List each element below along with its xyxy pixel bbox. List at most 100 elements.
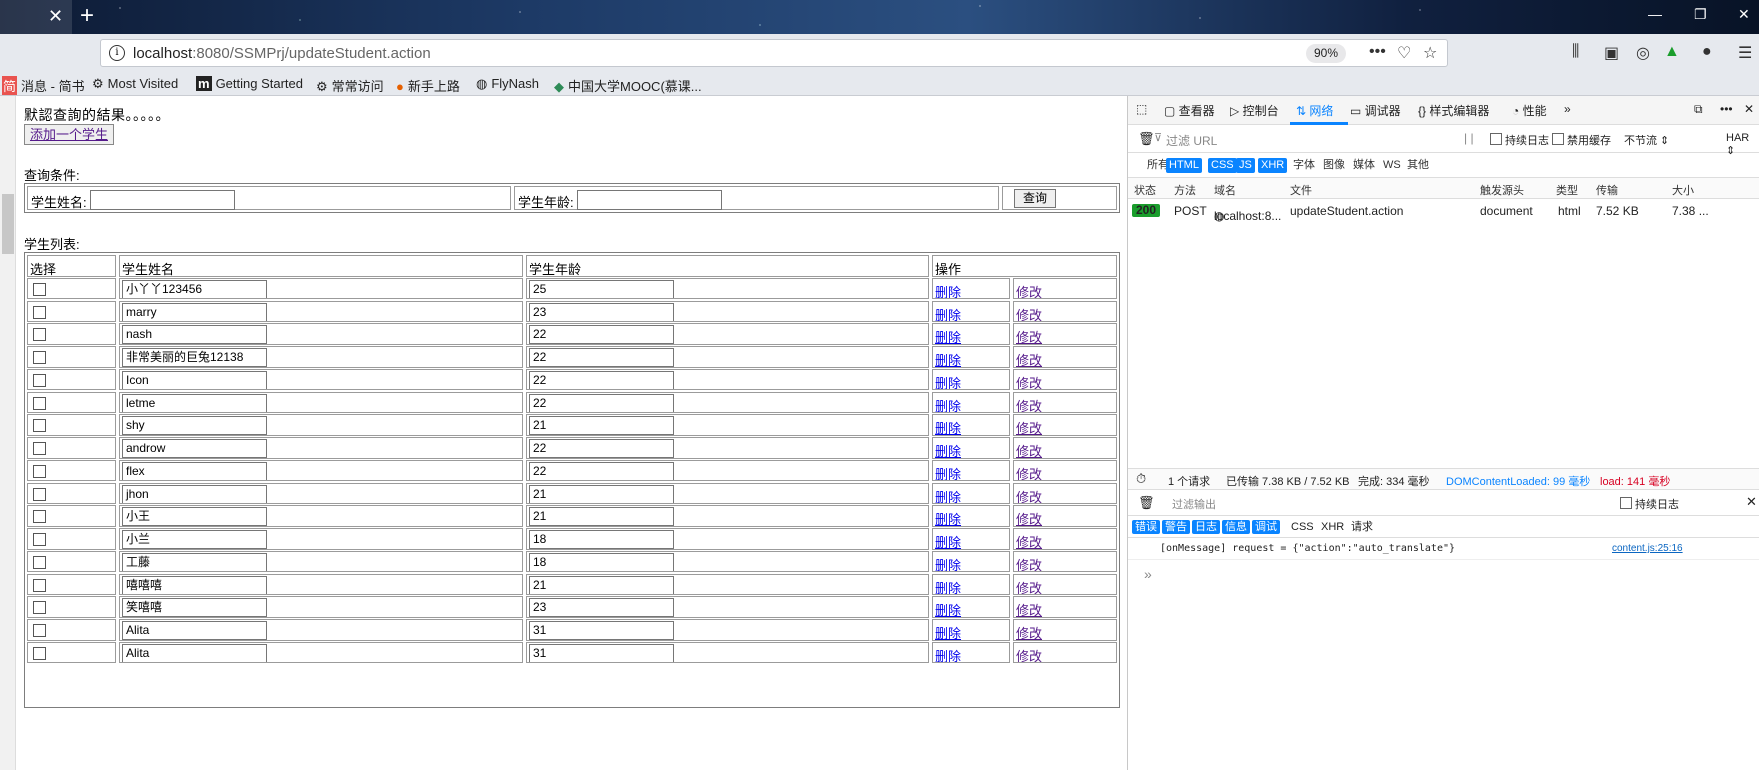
bookmark-flynash[interactable]: ◍ FlyNash	[476, 76, 539, 92]
edit-link[interactable]: 修改	[1016, 509, 1042, 526]
disable-cache-checkbox[interactable]	[1552, 133, 1564, 145]
student-name-input[interactable]: 小王	[122, 507, 267, 526]
student-age-input[interactable]: 18	[529, 552, 674, 572]
col-type[interactable]: 类型	[1556, 182, 1578, 198]
url-bar[interactable]: i localhost:8080/SSMPrj/updateStudent.ac…	[100, 39, 1448, 67]
student-name-input[interactable]: nash	[122, 325, 267, 344]
delete-link[interactable]: 删除	[935, 623, 961, 640]
edit-link[interactable]: 修改	[1016, 373, 1042, 390]
console-input-prompt[interactable]: »	[1144, 566, 1152, 582]
tab-network[interactable]: ⇅ 网络	[1296, 102, 1333, 119]
delete-link[interactable]: 删除	[935, 509, 961, 526]
devtools-close-icon[interactable]: ✕	[1744, 102, 1754, 116]
edit-link[interactable]: 修改	[1016, 532, 1042, 549]
pocket-icon[interactable]: ♡	[1397, 43, 1411, 63]
col-status[interactable]: 状态	[1134, 182, 1156, 198]
new-tab-plus-icon[interactable]: +	[80, 2, 94, 30]
type-filter-xhr[interactable]: XHR	[1258, 158, 1288, 173]
console-close-icon[interactable]: ✕	[1746, 494, 1757, 510]
edit-link[interactable]: 修改	[1016, 350, 1042, 367]
devtools-options-icon[interactable]: •••	[1720, 102, 1733, 116]
console-filter-7[interactable]: 请求	[1348, 520, 1376, 534]
add-student-button[interactable]: 添加一个学生	[24, 124, 114, 145]
throttle-select[interactable]: 不节流 ⇕	[1624, 132, 1669, 148]
edit-link[interactable]: 修改	[1016, 646, 1042, 663]
student-age-input[interactable]: 31	[529, 643, 674, 663]
student-age-input[interactable]: 22	[529, 439, 674, 458]
delete-link[interactable]: 删除	[935, 305, 961, 322]
row-checkbox[interactable]	[33, 282, 46, 296]
delete-link[interactable]: 删除	[935, 464, 961, 481]
edit-link[interactable]: 修改	[1016, 282, 1042, 299]
delete-link[interactable]: 删除	[935, 532, 961, 549]
close-window-icon[interactable]: ✕	[1738, 6, 1750, 23]
query-name-input[interactable]	[90, 190, 235, 210]
row-checkbox[interactable]	[33, 442, 46, 455]
student-name-input[interactable]: Icon	[122, 370, 267, 390]
edit-link[interactable]: 修改	[1016, 578, 1042, 595]
delete-link[interactable]: 删除	[935, 350, 961, 367]
delete-link[interactable]: 删除	[935, 418, 961, 435]
edit-link[interactable]: 修改	[1016, 555, 1042, 572]
student-name-input[interactable]: androw	[122, 439, 267, 458]
type-filter-html[interactable]: HTML	[1166, 158, 1202, 173]
minimize-icon[interactable]: —	[1648, 6, 1662, 22]
row-checkbox[interactable]	[33, 396, 46, 410]
delete-link[interactable]: 删除	[935, 373, 961, 390]
console-source-link[interactable]: content.js:25:16	[1612, 543, 1683, 554]
row-checkbox[interactable]	[33, 555, 46, 569]
col-size[interactable]: 大小	[1672, 182, 1694, 198]
row-checkbox[interactable]	[33, 373, 46, 387]
row-checkbox[interactable]	[33, 624, 46, 637]
row-checkbox[interactable]	[33, 578, 46, 592]
student-age-input[interactable]: 21	[529, 575, 674, 595]
library-icon[interactable]: ⫼	[1572, 43, 1579, 61]
extension-green-icon[interactable]: ▲	[1664, 43, 1680, 61]
console-filter-input[interactable]: 过滤输出	[1172, 496, 1216, 512]
dock-icon[interactable]: ⧉	[1694, 102, 1703, 117]
student-age-input[interactable]: 18	[529, 530, 674, 549]
console-filter-1[interactable]: 警告	[1162, 520, 1190, 534]
col-domain[interactable]: 域名	[1214, 182, 1236, 198]
row-checkbox[interactable]	[33, 305, 46, 319]
student-age-input[interactable]: 22	[529, 370, 674, 390]
student-name-input[interactable]: 笑嘻嘻	[122, 598, 267, 617]
maximize-icon[interactable]: ❐	[1694, 6, 1707, 23]
type-filter-css[interactable]: CSS	[1208, 158, 1237, 173]
tab-inspector[interactable]: ▢ 查看器	[1164, 102, 1215, 119]
student-age-input[interactable]: 22	[529, 461, 674, 481]
delete-link[interactable]: 删除	[935, 327, 961, 344]
student-age-input[interactable]: 22	[529, 325, 674, 344]
type-filter-ws[interactable]: WS	[1380, 158, 1404, 173]
bookmark-mooc[interactable]: ◆ 中国大学MOOC(慕课...	[554, 76, 702, 95]
student-name-input[interactable]: Alita	[122, 621, 267, 640]
console-filter-2[interactable]: 日志	[1192, 520, 1220, 534]
extension-icon[interactable]: ◎	[1636, 43, 1650, 63]
student-age-input[interactable]: 22	[529, 393, 674, 413]
bookmark-most-visited[interactable]: ⚙ Most Visited	[92, 76, 178, 92]
bookmark-jianshu[interactable]: 简消息 - 简书	[2, 76, 85, 95]
edit-link[interactable]: 修改	[1016, 396, 1042, 413]
type-filter-图像[interactable]: 图像	[1320, 158, 1348, 173]
zoom-level-badge[interactable]: 90%	[1306, 44, 1347, 63]
site-info-icon[interactable]: i	[109, 45, 125, 61]
student-name-input[interactable]: Alita	[122, 643, 267, 663]
scroll-thumb[interactable]	[2, 194, 14, 254]
console-persist-checkbox[interactable]	[1620, 497, 1632, 509]
delete-link[interactable]: 删除	[935, 600, 961, 617]
student-name-input[interactable]: 工藤	[122, 552, 267, 572]
sidebar-icon[interactable]: ▣	[1604, 43, 1619, 63]
row-checkbox[interactable]	[33, 464, 46, 478]
delete-link[interactable]: 删除	[935, 555, 961, 572]
type-filter-媒体[interactable]: 媒体	[1350, 158, 1378, 173]
account-icon[interactable]: ●	[1702, 43, 1712, 61]
type-filter-js[interactable]: JS	[1236, 158, 1255, 173]
student-name-input[interactable]: 嘻嘻嘻	[122, 575, 267, 595]
tab-console[interactable]: ▷ 控制台	[1230, 102, 1279, 119]
persist-log-checkbox[interactable]	[1490, 133, 1502, 145]
bookmark-star-icon[interactable]: ☆	[1423, 43, 1437, 63]
student-age-input[interactable]: 25	[529, 279, 674, 299]
col-method[interactable]: 方法	[1174, 182, 1196, 198]
edit-link[interactable]: 修改	[1016, 327, 1042, 344]
browser-tab[interactable]: ✕	[0, 0, 72, 34]
